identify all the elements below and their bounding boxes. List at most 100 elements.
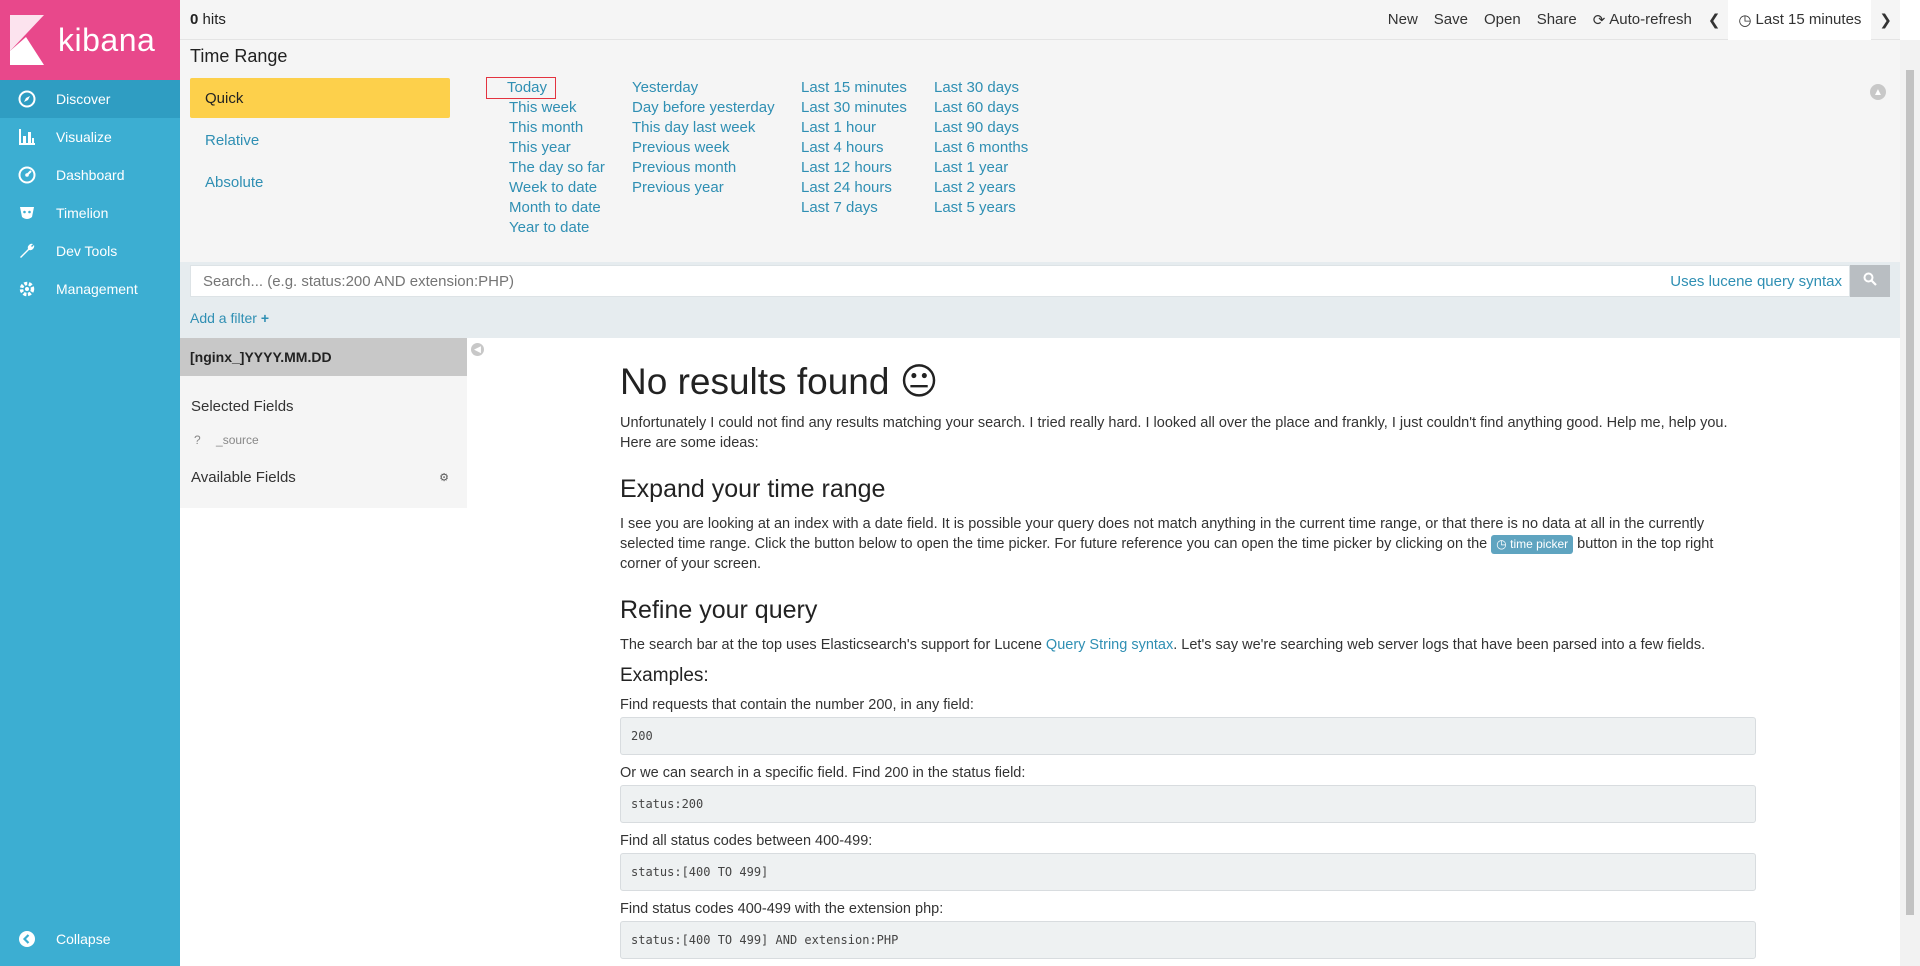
add-filter-button[interactable]: Add a filter +: [190, 310, 269, 326]
quick-link[interactable]: Last 24 hours: [801, 178, 907, 198]
share-button[interactable]: Share: [1529, 0, 1585, 40]
selected-fields-title: Selected Fields: [191, 398, 294, 415]
sidebar-toggle-button[interactable]: ◀: [471, 343, 484, 356]
quick-link[interactable]: Last 30 days: [934, 78, 1028, 98]
nav-label: Discover: [56, 91, 111, 107]
auto-refresh-button[interactable]: ⟳ Auto-refresh: [1585, 0, 1700, 40]
quick-link[interactable]: Last 6 months: [934, 138, 1028, 158]
quick-link[interactable]: Previous month: [632, 158, 775, 178]
tab-quick[interactable]: Quick: [190, 78, 450, 118]
new-button[interactable]: New: [1380, 0, 1426, 40]
quick-link-today[interactable]: Today: [486, 77, 556, 99]
nav-label: Visualize: [56, 129, 112, 145]
hits-label: hits: [202, 11, 226, 28]
quick-link[interactable]: Day before yesterday: [632, 98, 775, 118]
quick-link[interactable]: This year: [509, 138, 605, 158]
nav-item-management[interactable]: Management: [0, 270, 180, 308]
quick-link[interactable]: This day last week: [632, 118, 775, 138]
collapse-label: Collapse: [56, 931, 111, 947]
brand-header[interactable]: kibana: [0, 0, 180, 80]
refine-text-part: . Let's say we're searching web server l…: [1173, 637, 1706, 653]
field-item-source[interactable]: ? _source: [180, 433, 467, 447]
example-code: status:[400 TO 499] AND extension:PHP: [620, 921, 1756, 959]
quick-link[interactable]: Yesterday: [632, 78, 775, 98]
index-pattern-selector[interactable]: [nginx_]YYYY.MM.DD: [180, 338, 467, 376]
quick-link[interactable]: Last 4 hours: [801, 138, 907, 158]
quick-link[interactable]: Last 30 minutes: [801, 98, 907, 118]
search-input[interactable]: [190, 265, 1850, 297]
no-results-content: No results found 😐 Unfortunately I could…: [620, 340, 1756, 959]
nav-label: Dashboard: [56, 167, 125, 183]
refresh-icon: ⟳: [1592, 11, 1606, 29]
quick-link[interactable]: Last 90 days: [934, 118, 1028, 138]
compass-icon: [16, 88, 38, 110]
lucene-syntax-link[interactable]: Uses lucene query syntax: [1670, 273, 1842, 290]
quick-link[interactable]: Last 5 years: [934, 198, 1028, 218]
search-button[interactable]: [1850, 265, 1890, 297]
gear-icon: [16, 278, 38, 300]
scrollbar[interactable]: [1900, 40, 1920, 966]
open-button[interactable]: Open: [1476, 0, 1529, 40]
save-button[interactable]: Save: [1426, 0, 1476, 40]
expand-text: I see you are looking at an index with a…: [620, 514, 1756, 574]
quick-link[interactable]: The day so far: [509, 158, 605, 178]
example-code: status:200: [620, 785, 1756, 823]
search-icon: [1863, 272, 1877, 290]
field-type-icon: ?: [194, 433, 201, 447]
quick-link[interactable]: This month: [509, 118, 605, 138]
quick-link[interactable]: Last 60 days: [934, 98, 1028, 118]
brand-name: kibana: [58, 21, 156, 58]
quick-link[interactable]: Previous year: [632, 178, 775, 198]
nav-item-discover[interactable]: Discover: [0, 80, 180, 118]
available-fields-header: Available Fields ⚙: [180, 469, 467, 486]
quick-link[interactable]: Week to date: [509, 178, 605, 198]
neutral-face-icon: 😐: [899, 361, 939, 402]
quick-link[interactable]: Previous week: [632, 138, 775, 158]
quick-column-2: Yesterday Day before yesterday This day …: [632, 78, 775, 198]
quick-column-4: Last 30 days Last 60 days Last 90 days L…: [934, 78, 1028, 218]
quick-link[interactable]: Last 2 years: [934, 178, 1028, 198]
page-title: No results found 😐: [620, 360, 1756, 403]
field-name: _source: [216, 433, 259, 447]
chevron-left-icon: ❮: [1707, 11, 1721, 29]
time-range-panel: Time Range ▲ Quick Relative Absolute Tod…: [180, 40, 1900, 262]
quick-link[interactable]: Year to date: [509, 218, 605, 238]
tab-relative[interactable]: Relative: [190, 120, 450, 160]
query-string-syntax-link[interactable]: Query String syntax: [1046, 637, 1173, 653]
example-code: 200: [620, 717, 1756, 755]
time-forward-button[interactable]: ❯: [1871, 0, 1900, 40]
top-actions: New Save Open Share ⟳ Auto-refresh ❮ ◷ L…: [1380, 0, 1900, 40]
refine-text: The search bar at the top uses Elasticse…: [620, 635, 1756, 655]
kibana-logo-icon: [6, 15, 48, 65]
quick-link[interactable]: Last 1 year: [934, 158, 1028, 178]
gear-icon[interactable]: ⚙: [439, 471, 449, 484]
top-bar: 0 hits New Save Open Share ⟳ Auto-refres…: [180, 0, 1900, 40]
dashboard-icon: [16, 164, 38, 186]
quick-column-1: Today This week This month This year The…: [486, 77, 605, 238]
quick-link[interactable]: Last 1 hour: [801, 118, 907, 138]
nav-item-visualize[interactable]: Visualize: [0, 118, 180, 156]
no-results-title: No results found: [620, 361, 890, 402]
nav-item-timelion[interactable]: Timelion: [0, 194, 180, 232]
tab-absolute[interactable]: Absolute: [190, 162, 450, 202]
quick-link[interactable]: Month to date: [509, 198, 605, 218]
example-label: Find requests that contain the number 20…: [620, 697, 974, 713]
nav-item-dashboard[interactable]: Dashboard: [0, 156, 180, 194]
quick-link[interactable]: Last 15 minutes: [801, 78, 907, 98]
bar-chart-icon: [16, 126, 38, 148]
time-picker-button[interactable]: ◷ Last 15 minutes: [1728, 0, 1872, 40]
quick-link[interactable]: This week: [509, 98, 605, 118]
collapse-panel-button[interactable]: ▲: [1870, 84, 1886, 100]
quick-link[interactable]: Last 12 hours: [801, 158, 907, 178]
time-back-button[interactable]: ❮: [1700, 0, 1729, 40]
time-picker-badge[interactable]: ◷ time picker: [1491, 535, 1574, 554]
collapse-button[interactable]: Collapse: [0, 920, 180, 958]
scrollbar-thumb[interactable]: [1906, 70, 1914, 915]
example-label: Find status codes 400-499 with the exten…: [620, 901, 944, 917]
available-fields-title: Available Fields: [191, 469, 296, 486]
nav-label: Dev Tools: [56, 243, 118, 259]
quick-link[interactable]: Last 7 days: [801, 198, 907, 218]
nav-item-dev-tools[interactable]: Dev Tools: [0, 232, 180, 270]
intro-text: Unfortunately I could not find any resul…: [620, 415, 1728, 451]
sidebar: kibana Discover Visualize Dashboard Time…: [0, 0, 180, 966]
